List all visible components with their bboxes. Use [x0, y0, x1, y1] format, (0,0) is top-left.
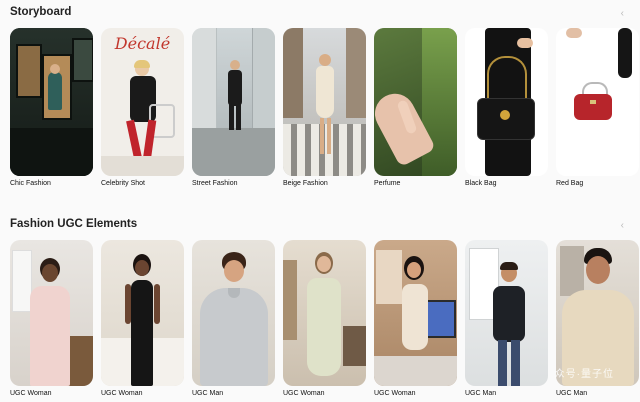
card-caption: Black Bag — [465, 180, 497, 187]
storyboard-section: Storyboard ‹ Chic Fashion Décalé Celebri… — [0, 6, 640, 187]
storyboard-header: Storyboard ‹ — [0, 6, 640, 30]
ugc-card-man-1[interactable]: UGC Man — [192, 240, 275, 397]
card-thumbnail: Décalé — [101, 28, 184, 176]
card-thumbnail — [192, 28, 275, 176]
card-caption: Street Fashion — [192, 180, 238, 187]
fashion-ugc-section: Fashion UGC Elements ‹ UGC Woman UGC Wom… — [0, 218, 640, 397]
storyboard-card-chic-fashion[interactable]: Chic Fashion — [10, 28, 93, 187]
card-caption: Beige Fashion — [283, 180, 328, 187]
card-thumbnail — [192, 240, 275, 386]
card-thumbnail — [10, 240, 93, 386]
card-caption: Celebrity Shot — [101, 180, 145, 187]
card-thumbnail — [283, 240, 366, 386]
card-caption: UGC Woman — [101, 390, 143, 397]
ugc-card-man-2[interactable]: UGC Man — [465, 240, 548, 397]
card-thumbnail — [374, 28, 457, 176]
ugc-card-woman-4[interactable]: UGC Woman — [374, 240, 457, 397]
decale-logo-text: Décalé — [114, 34, 171, 53]
card-caption: UGC Man — [192, 390, 224, 397]
storyboard-card-black-bag[interactable]: Black Bag — [465, 28, 548, 187]
storyboard-row: Chic Fashion Décalé Celebrity Shot Stree… — [10, 28, 639, 187]
section-title: Fashion UGC Elements — [10, 218, 138, 230]
card-thumbnail — [465, 28, 548, 176]
card-caption: Perfume — [374, 180, 401, 187]
watermark-text: 众号·量子位 — [554, 369, 614, 380]
storyboard-card-perfume[interactable]: Perfume — [374, 28, 457, 187]
storyboard-card-red-bag[interactable]: Red Bag — [556, 28, 639, 187]
card-caption: UGC Woman — [283, 390, 325, 397]
chevron-left-icon[interactable]: ‹ — [621, 8, 624, 19]
card-caption: UGC Man — [465, 390, 497, 397]
card-caption: UGC Woman — [10, 390, 52, 397]
ugc-card-woman-2[interactable]: UGC Woman — [101, 240, 184, 397]
card-thumbnail — [465, 240, 548, 386]
card-thumbnail — [556, 28, 639, 176]
fashion-ugc-row: UGC Woman UGC Woman UGC Man UGC Woman UG… — [10, 240, 639, 397]
card-thumbnail — [374, 240, 457, 386]
storyboard-card-street-fashion[interactable]: Street Fashion — [192, 28, 275, 187]
card-caption: Red Bag — [556, 180, 584, 187]
storyboard-card-beige-fashion[interactable]: Beige Fashion — [283, 28, 366, 187]
ugc-card-woman-1[interactable]: UGC Woman — [10, 240, 93, 397]
section-title: Storyboard — [10, 6, 72, 18]
card-thumbnail — [10, 28, 93, 176]
fashion-ugc-header: Fashion UGC Elements ‹ — [0, 218, 640, 242]
chevron-left-icon[interactable]: ‹ — [621, 220, 624, 231]
card-thumbnail — [101, 240, 184, 386]
card-caption: Chic Fashion — [10, 180, 51, 187]
storyboard-card-celebrity-shot[interactable]: Décalé Celebrity Shot — [101, 28, 184, 187]
card-caption: UGC Man — [556, 390, 588, 397]
ugc-card-woman-3[interactable]: UGC Woman — [283, 240, 366, 397]
card-caption: UGC Woman — [374, 390, 416, 397]
card-thumbnail — [283, 28, 366, 176]
